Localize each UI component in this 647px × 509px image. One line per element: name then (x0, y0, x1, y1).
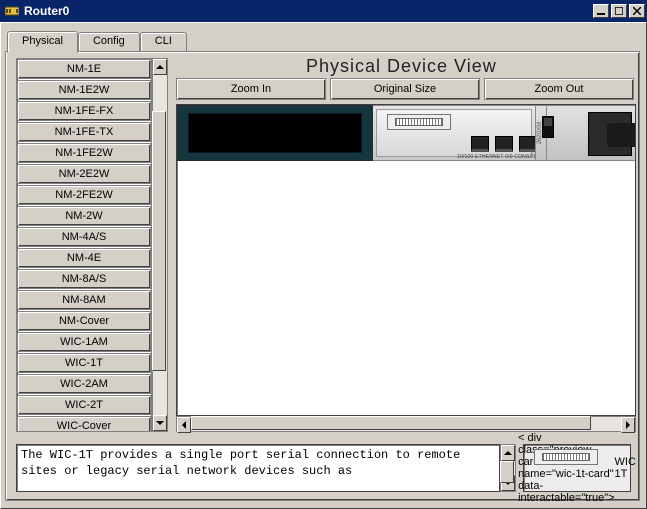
card-label: WIC1T (615, 456, 636, 480)
list-item[interactable]: NM-1FE2W (17, 143, 151, 163)
scroll-track[interactable] (501, 461, 515, 475)
hscroll-thumb[interactable] (191, 416, 591, 430)
list-item[interactable]: NM-2E2W (17, 164, 151, 184)
chevron-left-icon (178, 421, 186, 429)
power-switch[interactable] (542, 116, 554, 138)
list-item[interactable]: WIC-2T (17, 395, 151, 415)
chevron-right-icon (626, 421, 634, 429)
module-list-inner: NM-1E NM-1E2W NM-1FE-FX NM-1FE-TX NM-1FE… (16, 58, 152, 432)
list-item[interactable]: NM-Cover (17, 311, 151, 331)
power-module: 2620XM (535, 105, 636, 161)
tab-panel-physical: NM-1E NM-1E2W NM-1FE-FX NM-1FE-TX NM-1FE… (5, 51, 640, 501)
window-controls (591, 4, 645, 18)
router-chassis[interactable]: 10/100 ETHERNET 0/0 CONSOLE AUX 2620XM (177, 105, 636, 161)
chassis-face: 10/100 ETHERNET 0/0 CONSOLE AUX (376, 109, 532, 157)
slot-cover (188, 113, 362, 153)
title-bar: Router0 (0, 0, 647, 22)
scroll-up-button[interactable] (153, 59, 167, 75)
list-item[interactable]: NM-8AM (17, 290, 151, 310)
list-item[interactable]: WIC-2AM (17, 374, 151, 394)
scroll-thumb[interactable] (500, 461, 514, 483)
scroll-track[interactable] (153, 75, 167, 415)
maximize-button[interactable] (611, 4, 627, 18)
list-item[interactable]: WIC-1AM (17, 332, 151, 352)
module-list-scrollbar[interactable] (152, 58, 168, 432)
zoom-in-button[interactable]: Zoom In (176, 78, 326, 100)
wic-slot-connector[interactable] (387, 114, 451, 130)
list-item[interactable]: WIC-1T (17, 353, 151, 373)
window-body: Physical Config CLI NM-1E NM-1E2W NM-1FE… (0, 22, 647, 509)
hscroll-track[interactable] (191, 417, 621, 431)
tab-physical[interactable]: Physical (7, 31, 78, 53)
chassis-mid: 10/100 ETHERNET 0/0 CONSOLE AUX (373, 105, 535, 161)
power-socket[interactable] (588, 112, 632, 156)
chevron-up-icon (504, 447, 512, 455)
list-item[interactable]: NM-1FE-FX (17, 101, 151, 121)
app-icon (4, 3, 20, 19)
zoom-out-button[interactable]: Zoom Out (484, 78, 634, 100)
tab-config[interactable]: Config (78, 32, 140, 52)
list-item[interactable]: NM-2W (17, 206, 151, 226)
device-canvas[interactable]: 10/100 ETHERNET 0/0 CONSOLE AUX 2620XM (176, 104, 636, 416)
module-preview[interactable]: < (523, 444, 631, 492)
module-list: NM-1E NM-1E2W NM-1FE-FX NM-1FE-TX NM-1FE… (16, 58, 168, 432)
list-item[interactable]: WIC-Cover (17, 416, 151, 432)
description-panel: The WIC-1T provides a single port serial… (16, 444, 516, 492)
device-hscrollbar[interactable] (176, 416, 636, 432)
scroll-thumb[interactable] (152, 111, 166, 371)
list-item[interactable]: NM-1E2W (17, 80, 151, 100)
nm-slot-empty[interactable] (177, 105, 373, 161)
list-item[interactable]: NM-8A/S (17, 269, 151, 289)
list-item[interactable]: NM-4E (17, 248, 151, 268)
original-size-button[interactable]: Original Size (330, 78, 480, 100)
list-item[interactable]: NM-1E (17, 59, 151, 79)
serial-connector-icon (534, 449, 598, 465)
chevron-down-icon (156, 421, 164, 429)
window-title: Router0 (24, 4, 591, 18)
port-row (471, 136, 537, 152)
minimize-button[interactable] (593, 4, 609, 18)
list-item[interactable]: NM-1FE-TX (17, 122, 151, 142)
scroll-up-button[interactable] (501, 445, 515, 461)
close-button[interactable] (629, 4, 645, 18)
console-port[interactable] (495, 136, 513, 152)
device-viewport: 10/100 ETHERNET 0/0 CONSOLE AUX 2620XM (176, 104, 636, 434)
view-title: Physical Device View (306, 56, 497, 77)
chevron-up-icon (156, 61, 164, 69)
tab-strip: Physical Config CLI (5, 27, 642, 51)
ethernet-port[interactable] (471, 136, 489, 152)
connector-pins-icon (395, 118, 443, 126)
list-item[interactable]: NM-4A/S (17, 227, 151, 247)
scroll-left-button[interactable] (177, 417, 191, 433)
scroll-right-button[interactable] (621, 417, 635, 433)
zoom-toolbar: Zoom In Original Size Zoom Out (176, 78, 634, 100)
list-item[interactable]: NM-2FE2W (17, 185, 151, 205)
scroll-down-button[interactable] (153, 415, 167, 431)
connector-pins-icon (542, 453, 590, 461)
description-scrollbar[interactable] (500, 444, 516, 492)
description-text: The WIC-1T provides a single port serial… (16, 444, 500, 492)
tab-cli[interactable]: CLI (140, 32, 187, 52)
